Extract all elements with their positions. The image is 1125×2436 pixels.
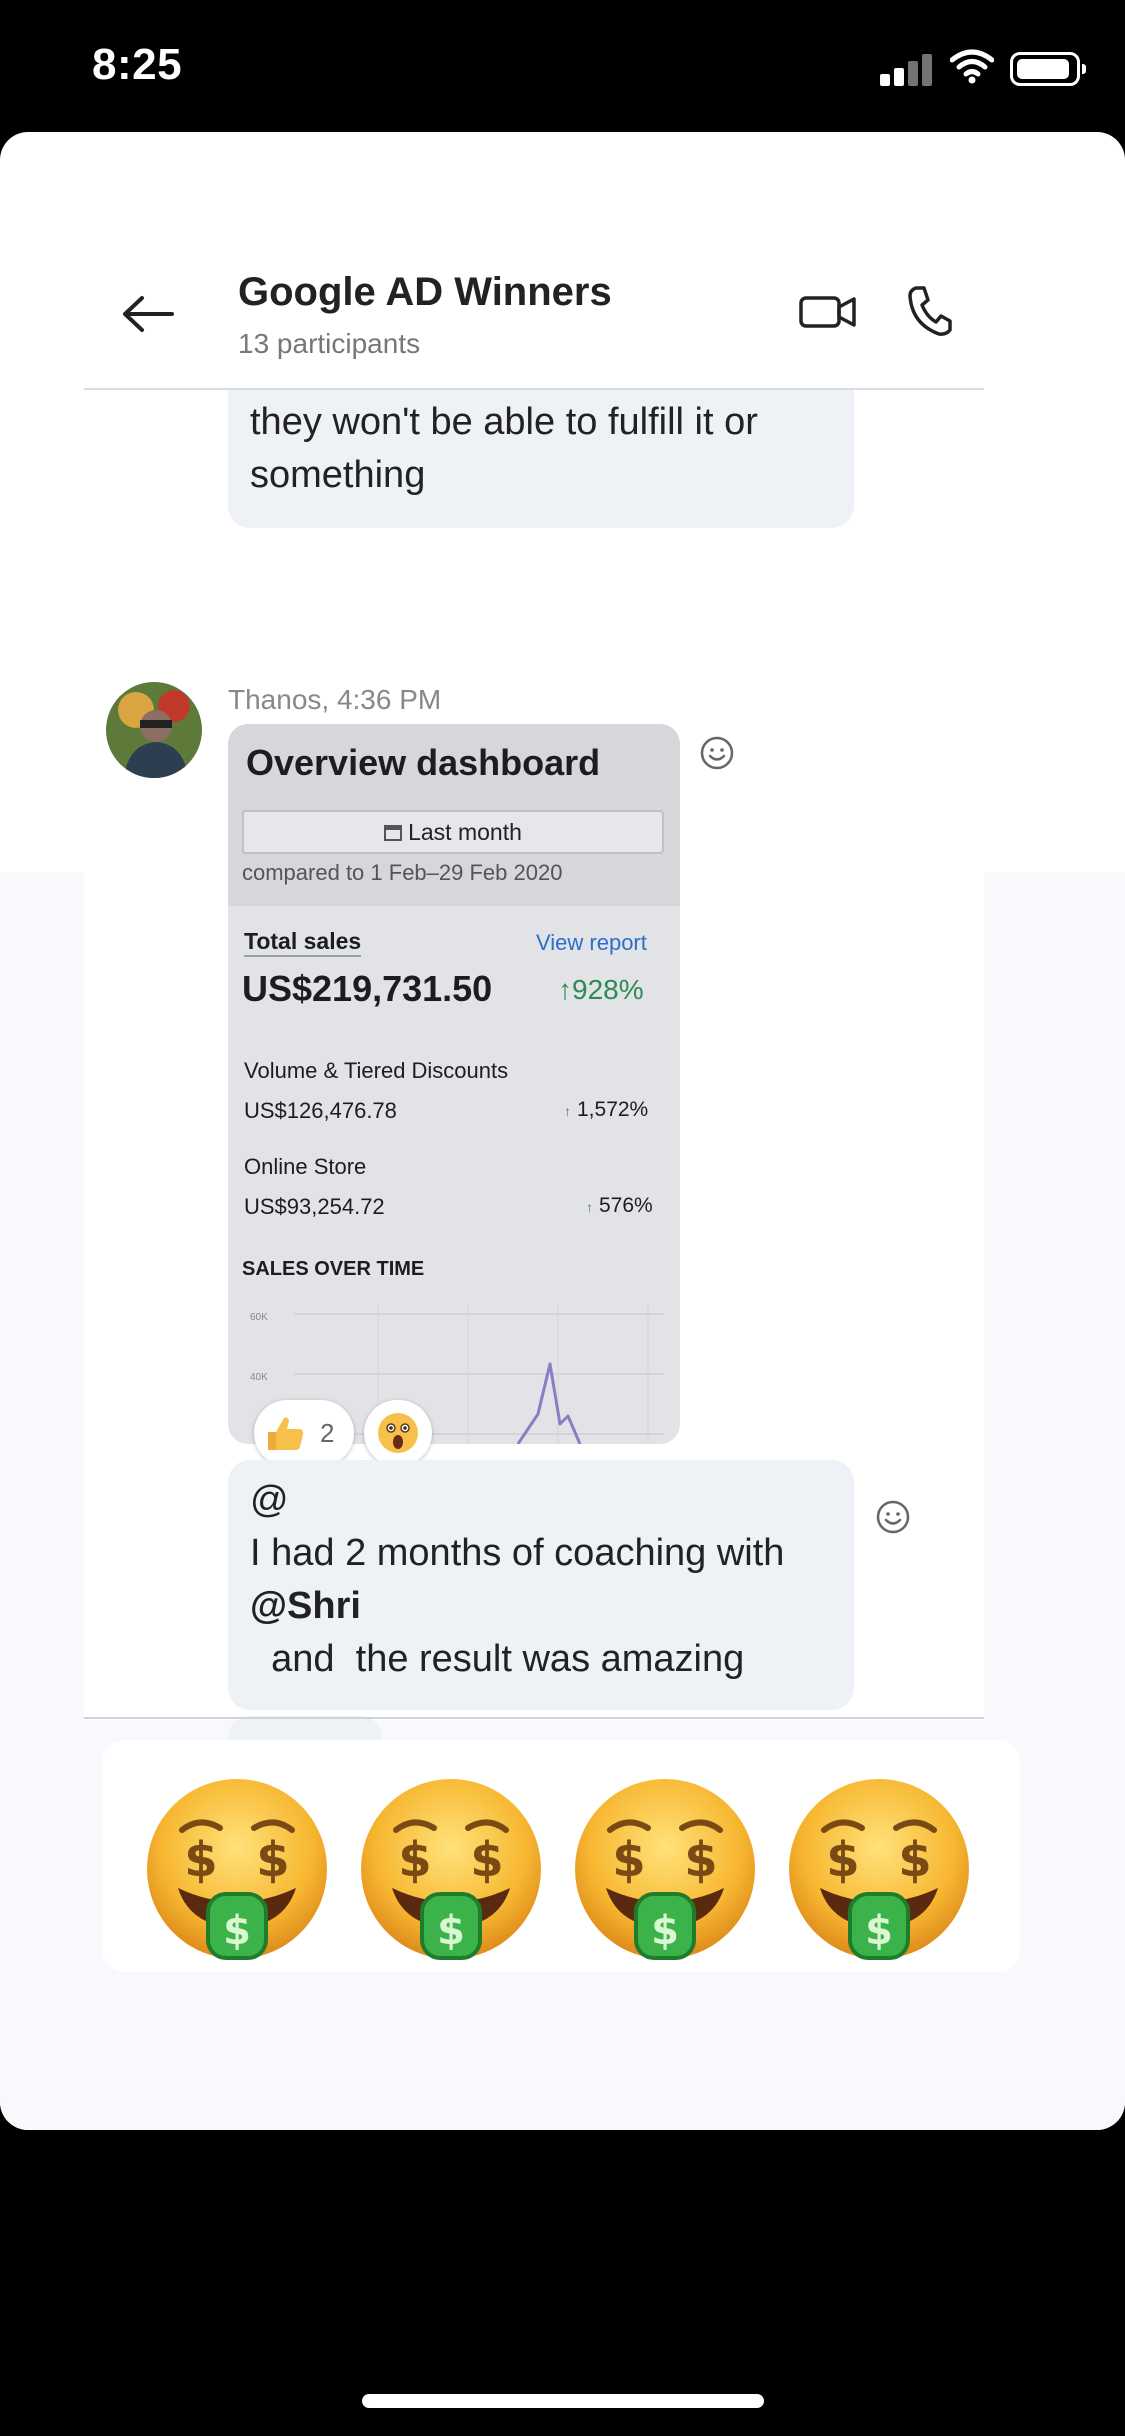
chat-panel: Google AD Winners 13 participants they w… [84,242,984,1812]
svg-text:$: $ [398,1832,431,1888]
add-reaction-icon[interactable] [876,1500,910,1534]
avatar[interactable] [106,682,202,778]
astonished-face-icon [378,1413,418,1453]
date-range-selector: Last month [242,810,664,854]
row-value: US$126,476.78 [244,1098,397,1123]
home-indicator[interactable] [362,2394,764,2408]
shared-dashboard-image[interactable]: Overview dashboard Last month compared t… [228,724,680,1444]
row-value: US$93,254.72 [244,1194,385,1219]
svg-text:$: $ [865,1908,893,1954]
reaction-count: 2 [320,1418,335,1448]
svg-text:$: $ [184,1832,217,1888]
svg-text:$: $ [437,1908,465,1954]
svg-text:$: $ [826,1832,859,1888]
wifi-icon [950,49,994,84]
chat-header: Google AD Winners 13 participants [84,242,984,390]
row-label: Volume & Tiered Discounts [244,1058,509,1083]
back-arrow-icon[interactable] [120,292,176,336]
sender-name-time: Thanos, 4:36 PM [228,684,442,715]
thumbs-up-icon [268,1417,304,1450]
total-sales-change: ↑928% [558,974,644,1005]
dashboard-title: Overview dashboard [246,742,601,783]
status-time: 8:25 [92,40,183,89]
divider [84,1717,984,1719]
chat-title[interactable]: Google AD Winners [238,270,612,315]
calendar-icon [384,825,403,841]
money-mouth-face-icon: $ $ $ [361,1779,541,1960]
phone-call-icon[interactable] [906,284,952,338]
emoji-message[interactable]: $ $ $ $ $ $ $ $ $ $ $ $ [102,1740,1020,1972]
reaction-thumbs-up[interactable]: 2 [254,1400,354,1466]
money-mouth-face-icon: $ $ $ [575,1779,755,1960]
axis-tick-label: 60K [250,1312,268,1323]
money-mouth-face-icon: $ $ $ [147,1779,327,1960]
message-text: I had 2 months of coaching with @Shri an… [250,1532,785,1680]
svg-text:$: $ [470,1832,503,1888]
svg-text:$: $ [612,1832,645,1888]
mention-shri[interactable]: @Shri [250,1585,361,1627]
row-label: Online Store [244,1154,367,1179]
battery-icon [1010,52,1086,86]
total-sales-label: Total sales [244,928,362,957]
message-bubble-coaching[interactable]: @ I had 2 months of coaching with @Shri … [228,1460,854,1710]
participants-count[interactable]: 13 participants [238,328,420,360]
message-bubble-previous[interactable]: they won't be able to fulfill it or some… [228,390,854,528]
svg-text:$: $ [223,1908,251,1954]
svg-text:$: $ [256,1832,289,1888]
view-report-link: View report [536,930,647,955]
cellular-signal-icon [880,52,934,86]
chat-sheet: Google AD Winners 13 participants they w… [0,132,1125,2130]
total-sales-value: US$219,731.50 [242,968,493,1009]
status-bar: 8:25 [0,0,1125,132]
reaction-astonished[interactable] [364,1400,432,1466]
compare-text: compared to 1 Feb–29 Feb 2020 [242,860,563,885]
row-change: ↑ 576% [586,1194,653,1217]
sales-over-time-label: SALES OVER TIME [242,1258,425,1280]
axis-tick-label: 40K [250,1372,268,1383]
money-mouth-face-icon: $ $ $ [789,1779,969,1960]
svg-text:$: $ [898,1832,931,1888]
svg-text:$: $ [651,1908,679,1954]
message-prefix: @ [250,1479,289,1521]
svg-text:$: $ [684,1832,717,1888]
add-reaction-icon[interactable] [700,736,734,770]
row-change: ↑ 1,572% [564,1098,649,1121]
video-call-icon[interactable] [798,290,858,334]
